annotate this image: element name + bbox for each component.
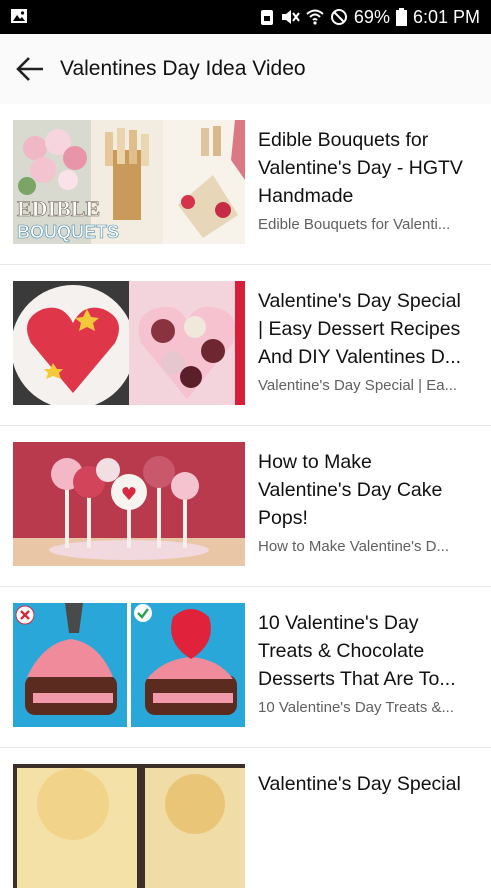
clock: 6:01 PM — [412, 6, 480, 27]
app-header: Valentines Day Idea Video — [0, 34, 491, 104]
wifi-icon — [306, 8, 324, 26]
video-title: Edible Bouquets for Valentine's Day - HG… — [258, 129, 463, 207]
thumbnail-text-bouquets: BOUQUETS — [17, 222, 119, 242]
thumbnail-text-edible: EDIBLE — [17, 196, 100, 221]
arrow-left-icon — [16, 57, 43, 81]
video-item-cake-pops[interactable]: How to Make Valentine's Day Cake Pops! H… — [0, 426, 491, 587]
video-subtitle: 10 Valentine's Day Treats &... — [258, 699, 455, 716]
video-subtitle: Valentine's Day Special | Ea... — [258, 377, 458, 394]
video-item-edible-bouquets[interactable]: EDIBLE BOUQUETS Edible Bouquets for Vale… — [0, 104, 491, 265]
battery-percent: 69% — [353, 6, 390, 27]
video-thumbnail: EDIBLE BOUQUETS — [13, 120, 245, 244]
video-item-treats-chocolate[interactable]: 10 Valentine's Day Treats & Chocolate De… — [0, 587, 491, 748]
mute-icon — [280, 8, 300, 26]
status-bar: 69% 6:01 PM — [0, 0, 491, 34]
video-title: 10 Valentine's Day Treats & Chocolate De… — [258, 612, 456, 690]
video-title: Valentine's Day Special | Easy Dessert R… — [258, 290, 462, 368]
video-item-valentines-special-2[interactable]: Valentine's Day Special — [0, 748, 491, 888]
video-thumbnail — [13, 442, 245, 566]
video-item-dessert-recipes[interactable]: Valentine's Day Special | Easy Dessert R… — [0, 265, 491, 426]
screenshot-lock-icon — [260, 8, 274, 26]
video-thumbnail — [13, 603, 245, 727]
video-title: Valentine's Day Special — [258, 773, 461, 795]
page-title: Valentines Day Idea Video — [60, 57, 306, 80]
back-button[interactable] — [14, 54, 46, 84]
video-subtitle: Edible Bouquets for Valenti... — [258, 216, 451, 233]
video-thumbnail — [13, 281, 245, 405]
video-list: EDIBLE BOUQUETS Edible Bouquets for Vale… — [0, 104, 491, 888]
video-subtitle: How to Make Valentine's D... — [258, 538, 450, 555]
do-not-disturb-icon — [330, 8, 348, 26]
image-icon — [10, 7, 28, 30]
video-title: How to Make Valentine's Day Cake Pops! — [258, 451, 443, 529]
battery-icon — [395, 8, 407, 26]
video-thumbnail — [13, 764, 245, 888]
